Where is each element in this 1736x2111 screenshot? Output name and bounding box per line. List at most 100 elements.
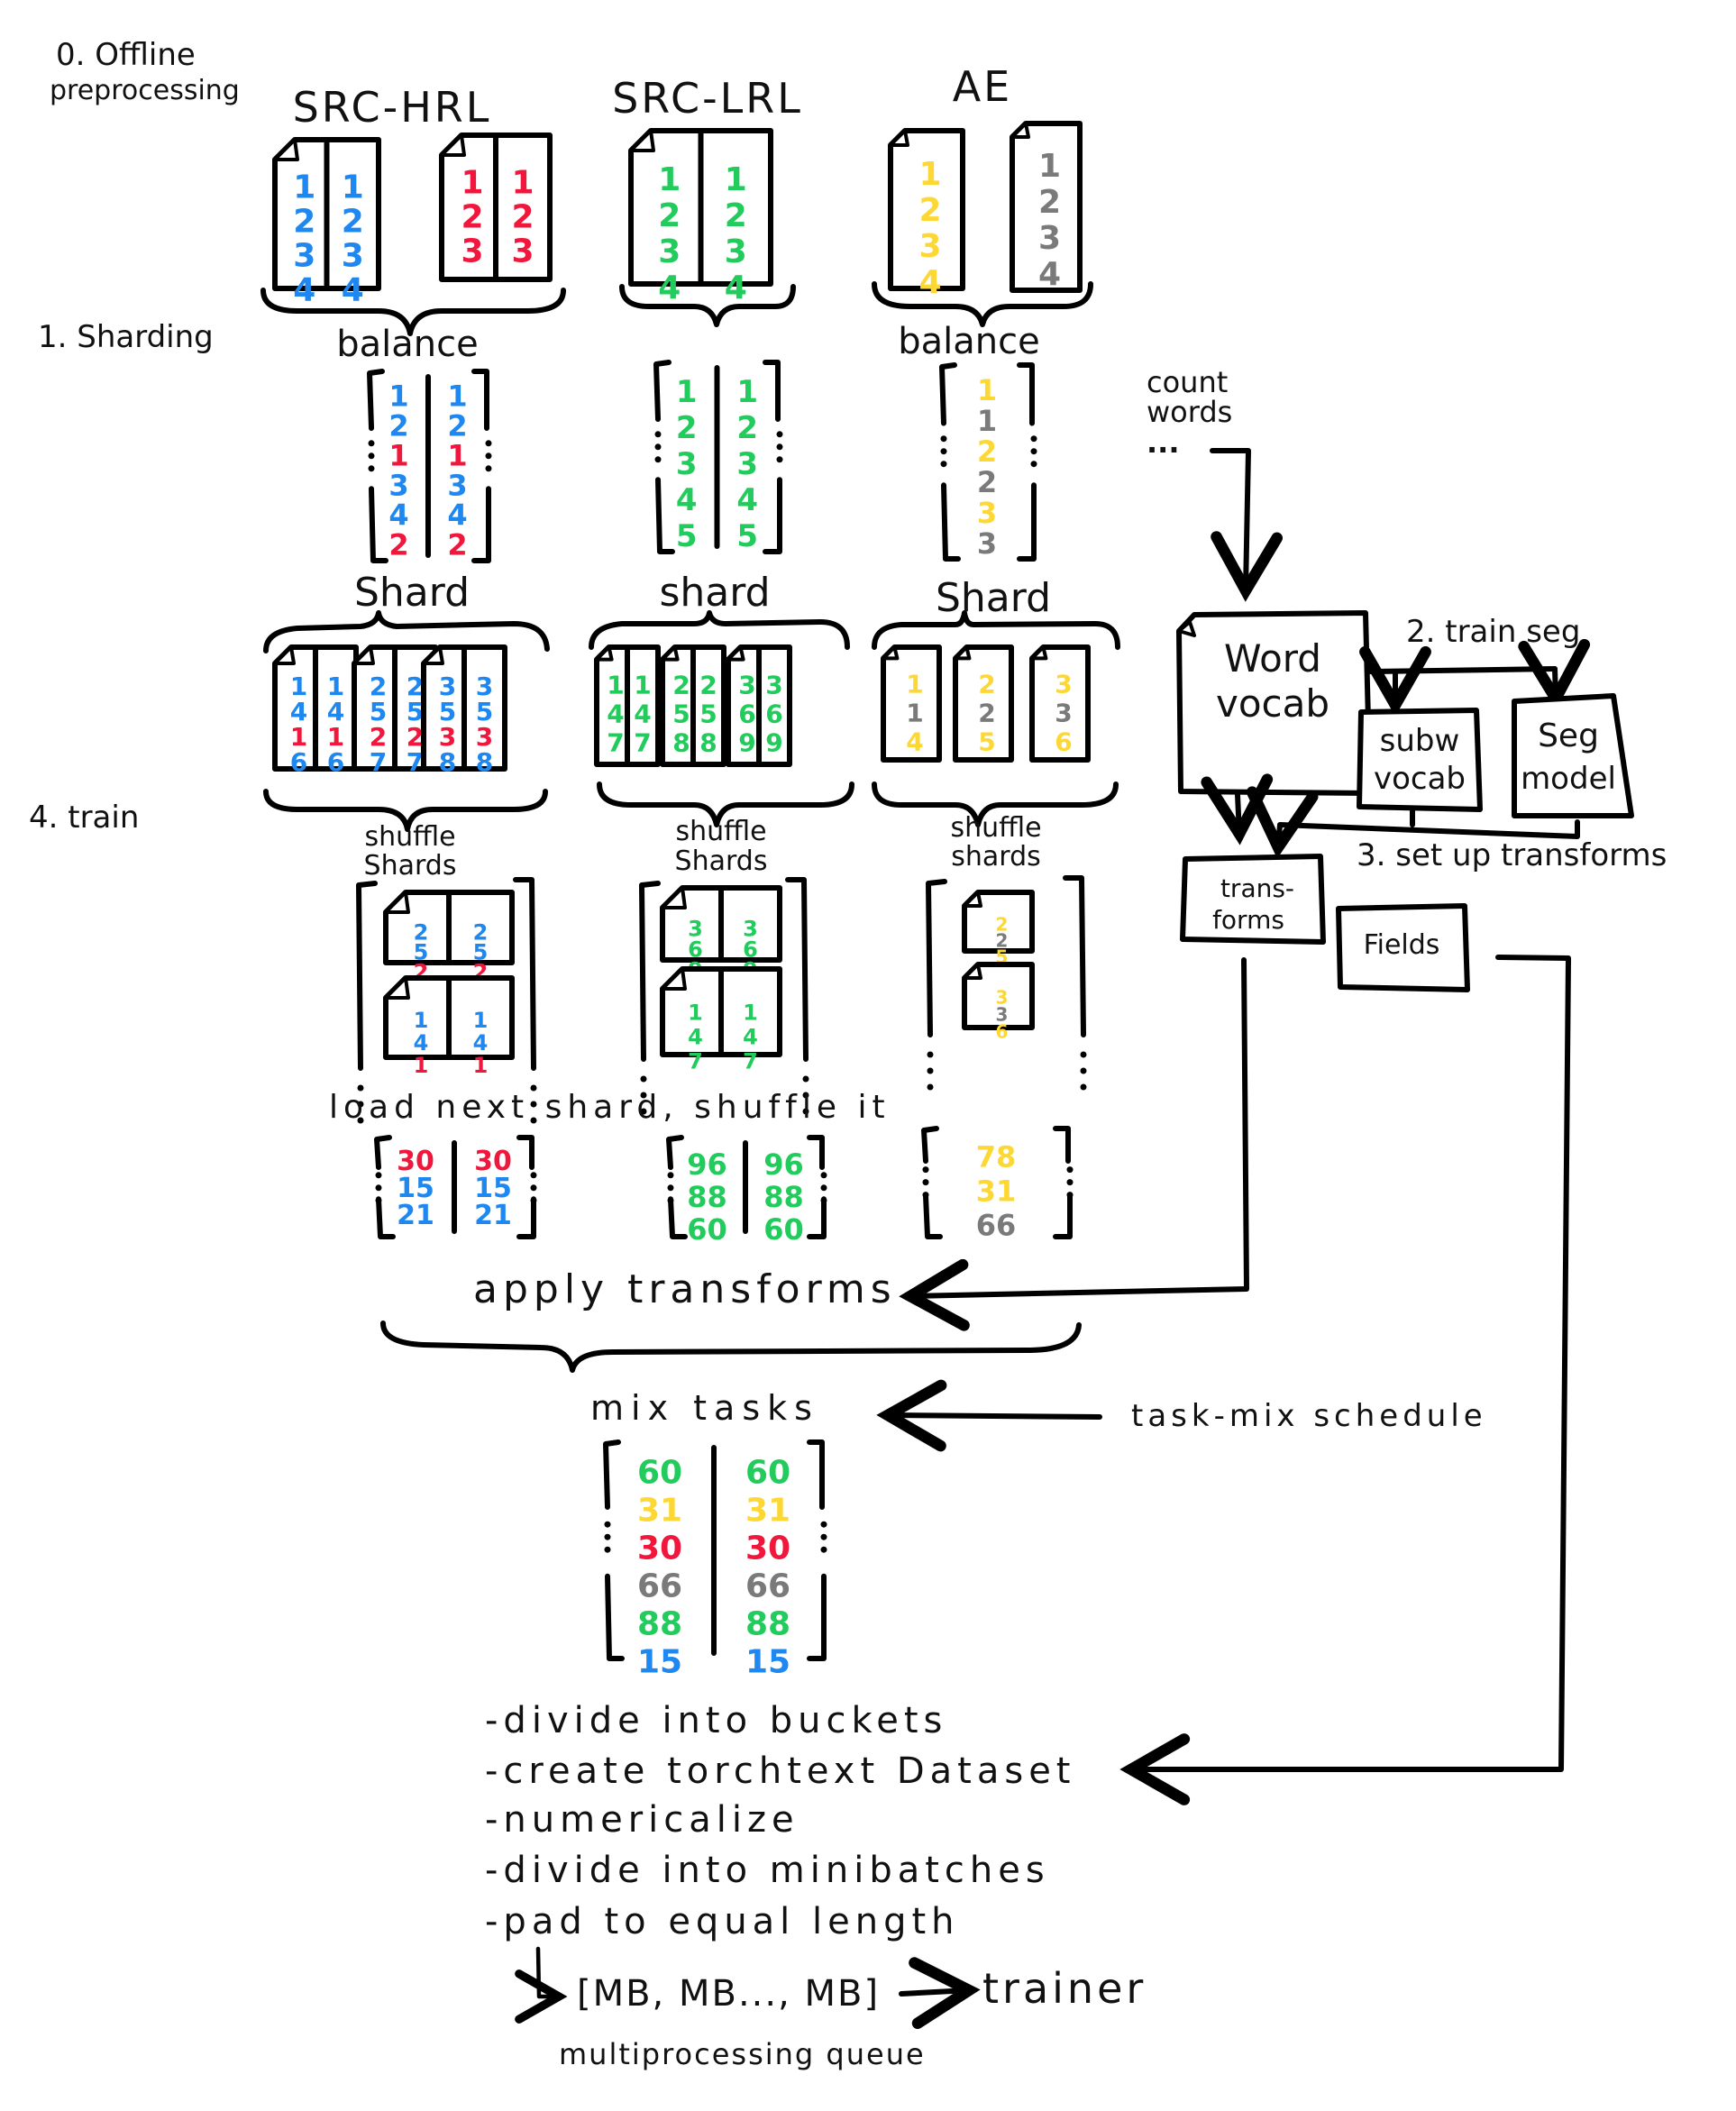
shuffle-label-ae-2: shards — [951, 841, 1041, 873]
matrix-cell: 2 — [388, 527, 408, 562]
document-cell: 3 — [765, 671, 782, 700]
subw-vocab-label-2: vocab — [1374, 761, 1466, 797]
document-cell: 4 — [342, 272, 364, 309]
fields-label: Fields — [1364, 929, 1440, 961]
matrix-cell: 88 — [637, 1606, 682, 1643]
document-cell: 3 — [1055, 698, 1072, 727]
bracket-left-bottom — [376, 1196, 396, 1239]
continuation-dot — [922, 1179, 929, 1186]
document-cell: 3 — [1038, 220, 1061, 257]
bullet-create-dataset: -create torchtext Dataset — [485, 1750, 1076, 1792]
document-cell: 3 — [461, 233, 483, 270]
task-mix-schedule-label: task-mix schedule — [1131, 1398, 1487, 1434]
document-cell: 6 — [738, 699, 755, 729]
matrix-cell: 30 — [745, 1531, 790, 1567]
source-doc-lrl: 12341234 — [628, 128, 773, 306]
bracket-left-top — [666, 1135, 684, 1170]
continuation-dot — [667, 1172, 674, 1179]
transforms-label-2: forms — [1212, 905, 1284, 935]
matrix-cell: 60 — [745, 1455, 790, 1492]
bracket-right-bottom — [1017, 482, 1037, 562]
matrix-cell: 30 — [637, 1531, 682, 1567]
document-cell: 2 — [658, 197, 681, 234]
continuation-dot — [530, 1184, 537, 1192]
balanced-matrix-ae: 112233 — [939, 362, 1037, 562]
document-cell: 3 — [658, 233, 681, 270]
matrix-cell: 15 — [637, 1644, 682, 1681]
matrix-cell: 66 — [976, 1208, 1017, 1242]
document-cell: 4 — [1038, 256, 1061, 293]
bullet-divide-buckets: -divide into buckets — [485, 1700, 947, 1741]
loaded-matrix-hrl: 301521301521 — [374, 1135, 537, 1239]
continuation-dot — [485, 440, 492, 447]
document-cell: 9 — [738, 728, 755, 758]
bracket-left-top — [603, 1439, 621, 1510]
matrix-cell: 5 — [676, 518, 698, 554]
mixed-task-matrix: 603130668815603130668815 — [603, 1439, 827, 1681]
matrix-cell: 3 — [977, 496, 997, 530]
continuation-dot — [654, 443, 662, 451]
brace-lrl-shards-top — [589, 610, 850, 650]
shuffled-doc-hrl-1: 252252 — [383, 890, 515, 985]
matrix-cell: 1 — [977, 373, 997, 407]
matrix-cell: 96 — [687, 1147, 727, 1182]
bracket-right — [785, 877, 809, 1062]
matrix-cell: 66 — [745, 1568, 790, 1605]
bracket-left-bottom — [941, 482, 961, 562]
load-next-shard-label: load next shard, shuffle it — [329, 1089, 891, 1126]
shuffle-label-lrl-2: Shards — [675, 845, 768, 877]
bracket-left-bottom — [655, 477, 675, 554]
continuation-dot — [820, 1546, 827, 1553]
matrix-cell: 3 — [736, 446, 758, 482]
bracket-right-bottom — [516, 1196, 536, 1239]
document-cell: 5 — [699, 699, 717, 729]
document-cell: 2 — [699, 671, 717, 700]
document-cell: 6 — [290, 747, 307, 777]
document-cell: 1 — [473, 1008, 489, 1033]
trainer-label: trainer — [982, 1964, 1147, 2013]
word-vocab-label-2: vocab — [1216, 681, 1329, 726]
continuation-dot — [1080, 1067, 1087, 1074]
shard-label-hrl: Shard — [354, 570, 470, 616]
continuation-dot — [776, 443, 783, 451]
bracket-right-top — [1053, 1126, 1071, 1164]
step3-label: 3. set up transforms — [1357, 837, 1667, 873]
continuation-dot — [1080, 1051, 1087, 1058]
shuffled-doc-ae-1: 225 — [962, 890, 1035, 968]
bracket-right-bottom — [471, 486, 491, 563]
count-words-ellipsis: ... — [1147, 425, 1179, 460]
bracket-right-bottom — [1053, 1193, 1073, 1239]
document-cell: 3 — [293, 238, 315, 275]
matrix-cell: 31 — [637, 1493, 682, 1530]
document-cell: 4 — [688, 1024, 703, 1049]
continuation-dot — [1030, 448, 1037, 455]
continuation-dot — [820, 1172, 827, 1179]
document-cell: 3 — [738, 671, 755, 700]
continuation-dot — [375, 1197, 382, 1204]
bracket-left-bottom — [605, 1573, 625, 1661]
bracket-right-top — [471, 369, 489, 431]
shard-doc-lrl-3: 369369 — [726, 644, 792, 767]
document-cell: 4 — [906, 727, 923, 756]
brace-apply-transforms — [380, 1321, 1082, 1373]
continuation-dot — [820, 1521, 827, 1528]
continuation-dot — [940, 435, 947, 443]
word-vocab-doc: Word vocab — [1176, 610, 1373, 796]
continuation-dot — [927, 1083, 934, 1091]
matrix-cell: 2 — [676, 410, 698, 446]
document-cell: 5 — [978, 727, 995, 756]
shuffled-doc-lrl-2: 147147 — [660, 966, 782, 1074]
continuation-dot — [667, 1184, 674, 1192]
continuation-dot — [940, 461, 947, 468]
document-cell: 1 — [743, 1000, 758, 1025]
continuation-dot — [776, 431, 783, 438]
document-cell: 1 — [473, 1053, 489, 1078]
shuffled-shards: 252252141141369369147147225336 — [356, 875, 1087, 1124]
continuation-dot — [927, 1067, 934, 1074]
matrix-cell: 88 — [745, 1606, 790, 1643]
continuation-dot — [927, 1051, 934, 1058]
source-doc-ae-1: 1234 — [888, 128, 965, 301]
shard-doc-lrl-1: 147147 — [594, 644, 661, 767]
shard-doc-ae-3: 336 — [1029, 644, 1091, 763]
document-cell: 8 — [439, 747, 456, 777]
